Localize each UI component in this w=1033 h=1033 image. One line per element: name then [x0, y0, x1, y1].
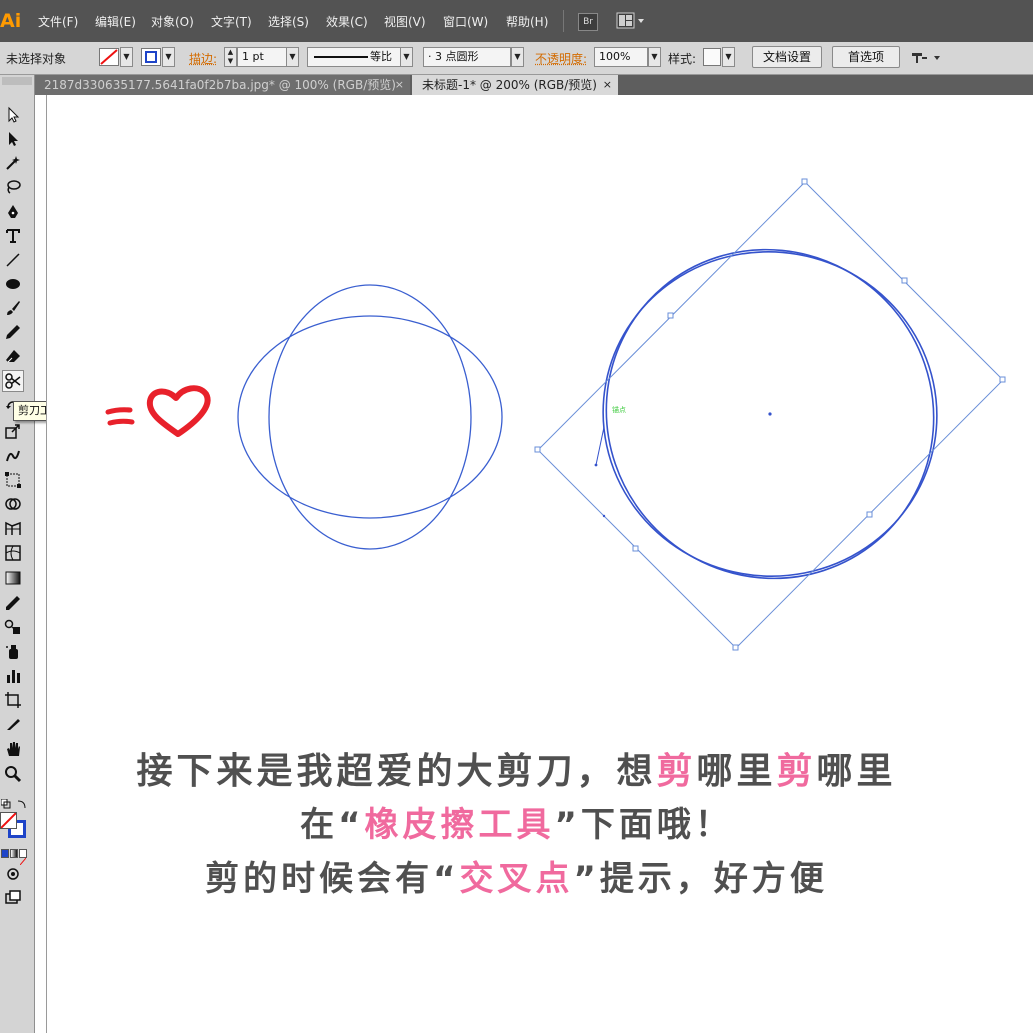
bbox-handle[interactable]	[999, 376, 1006, 383]
equals-doodle	[105, 407, 135, 426]
left-ellipse-pair[interactable]	[237, 284, 503, 550]
caption-highlight: 橡皮擦工具	[364, 805, 555, 845]
caption-text: 接下来是我超爱的大剪刀，想	[136, 751, 657, 792]
caption-text: ”下面哦！	[554, 805, 733, 845]
direction-line	[595, 426, 605, 466]
center-point	[768, 412, 772, 416]
caption-highlight: 剪	[776, 751, 817, 792]
direction-point	[594, 463, 598, 467]
heart-doodle	[146, 385, 211, 437]
bbox-handle[interactable]	[732, 644, 739, 651]
fill-color-box[interactable]	[0, 812, 17, 829]
bbox-handle[interactable]	[534, 446, 541, 453]
caption-text: 哪里	[816, 751, 897, 792]
caption-highlight: 交叉点	[459, 859, 574, 899]
caption-line-3: 剪的时候会有“交叉点”提示，好方便	[0, 851, 1033, 900]
caption-highlight: 剪	[656, 751, 697, 792]
none-swatch-icon	[0, 812, 17, 829]
caption-text: 在“	[300, 805, 365, 845]
bbox-handle[interactable]	[901, 277, 908, 284]
caption-line-1: 接下来是我超爱的大剪刀，想剪哪里剪哪里	[0, 742, 1033, 794]
bbox-handle[interactable]	[866, 511, 873, 518]
anchor-point	[602, 514, 606, 518]
ellipse-vertical[interactable]	[268, 284, 472, 550]
bbox-handle[interactable]	[801, 178, 808, 185]
caption-text: ”提示，好方便	[573, 859, 828, 899]
bbox-handle[interactable]	[667, 312, 674, 319]
caption-line-2: 在“橡皮擦工具”下面哦！	[0, 797, 1033, 846]
bbox-handle[interactable]	[632, 545, 639, 552]
anchor-hint-label: 锚点	[612, 405, 626, 414]
caption-text: 哪里	[696, 751, 777, 792]
ellipse-horizontal[interactable]	[237, 315, 503, 519]
caption-text: 剪的时候会有“	[205, 859, 460, 899]
